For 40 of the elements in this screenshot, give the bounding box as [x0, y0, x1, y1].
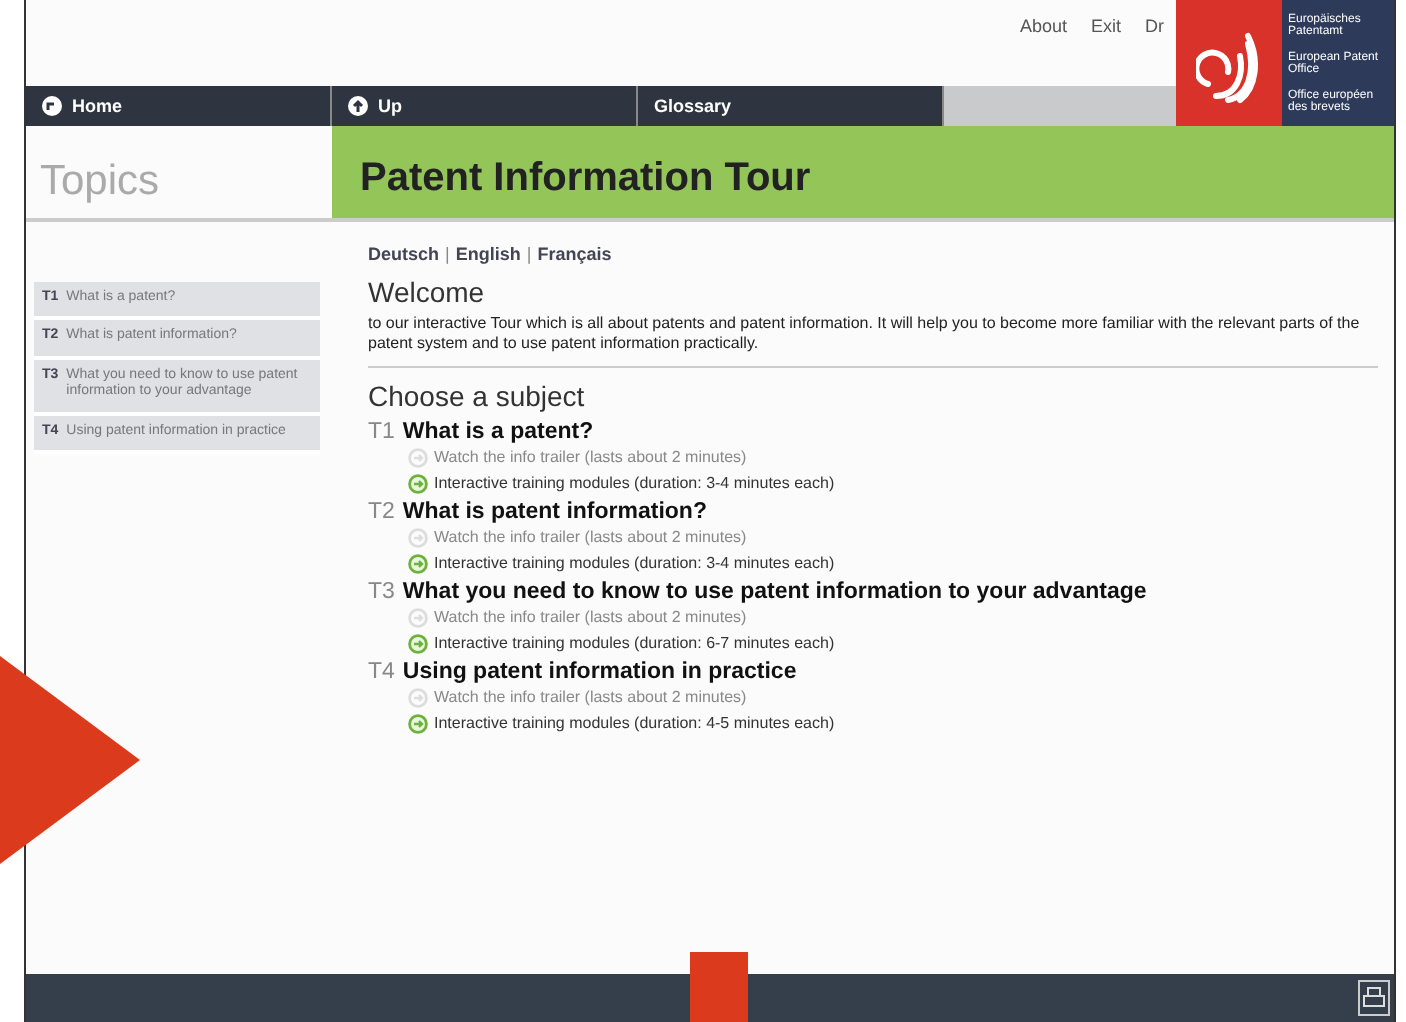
arrow-circle-icon [408, 553, 428, 573]
arrow-circle-icon [408, 527, 428, 547]
arrow-circle-icon [408, 713, 428, 733]
arrow-circle-icon [408, 607, 428, 627]
nav-item[interactable]: Home [26, 85, 332, 126]
arrow-circle-icon [408, 633, 428, 653]
subject-title: What is patent information? [402, 500, 707, 524]
up-arrow-icon [348, 95, 368, 116]
sidebar-title: Topics [38, 156, 162, 208]
top-link[interactable]: Dr [1145, 16, 1164, 36]
subject-link[interactable]: Interactive training modules (duration: 4-5 minutes each) [408, 710, 1378, 736]
subject-title: What is a patent? [402, 420, 594, 444]
language-link[interactable]: Français [537, 244, 612, 264]
top-link[interactable]: Exit [1090, 16, 1121, 36]
subject-code: T4 [368, 660, 395, 684]
arrow-circle-icon [408, 447, 428, 467]
arrow-circle-icon [408, 473, 428, 493]
page-title: Patent Information Tour [332, 126, 1394, 218]
separator: | [526, 244, 532, 264]
subject-code: T3 [368, 580, 395, 604]
separator: | [445, 244, 450, 264]
welcome-heading: Welcome [368, 276, 487, 308]
section-heading: Choose a subject [368, 380, 587, 412]
printer-icon [1362, 986, 1386, 1010]
nav-item[interactable]: Glossary [638, 85, 944, 126]
subject-link[interactable]: Interactive training modules (duration: 6-7 minutes each) [408, 630, 1378, 656]
top-link[interactable]: About [1019, 16, 1067, 36]
subject-link[interactable]: Interactive training modules (duration: 3-4 minutes each) [408, 470, 1378, 496]
arrow-circle-icon [408, 687, 428, 707]
subject-link[interactable]: Interactive training modules (duration: 3-4 minutes each) [408, 550, 1378, 576]
subject-code: T1 [368, 420, 395, 444]
language-link[interactable]: English [455, 244, 521, 264]
language-link[interactable]: Deutsch [368, 244, 440, 264]
marker-square [690, 952, 748, 1022]
welcome-text: to our interactive Tour which is all about patents and patent information. It will help you to become more familiar with the relevant parts of the patent system and to use patent information practically. [368, 314, 1378, 368]
nav-item[interactable]: Up [332, 85, 638, 126]
print-button[interactable] [1358, 980, 1390, 1016]
subject-code: T2 [368, 500, 395, 524]
subject-title: What you need to know to use patent information to your advantage [402, 580, 1147, 604]
subject-title: Using patent information in practice [402, 660, 797, 684]
